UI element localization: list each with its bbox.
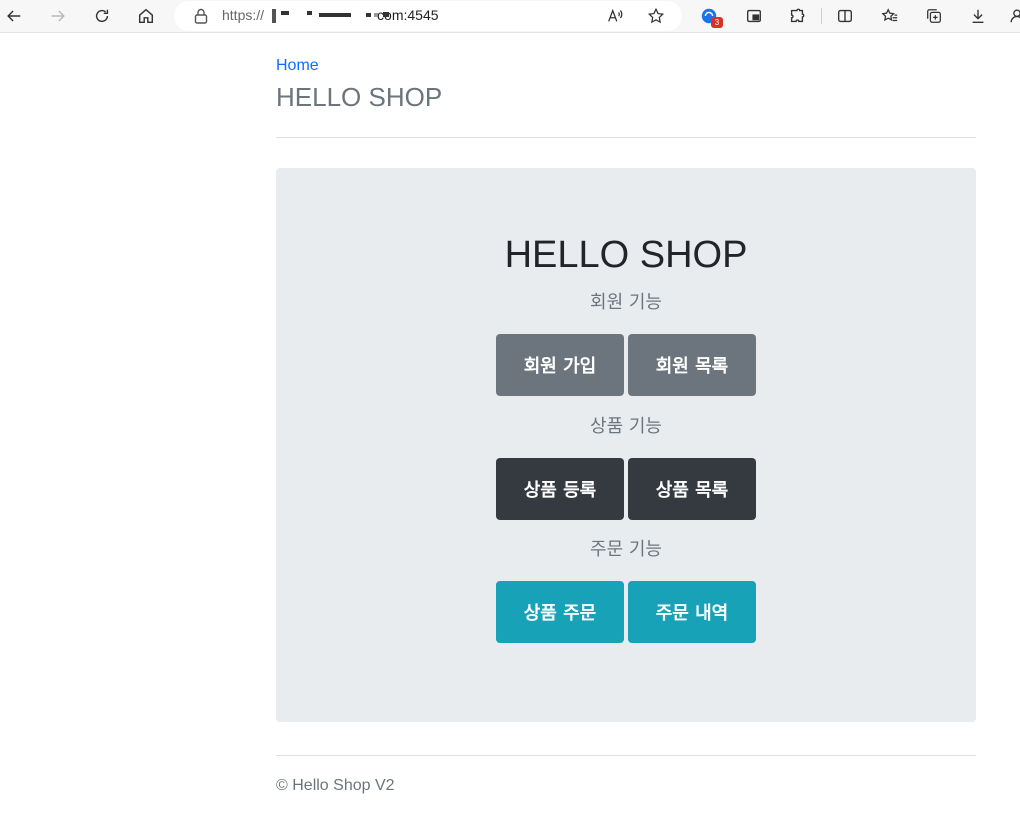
- toolbar-separator: [821, 8, 822, 24]
- favorites-icon[interactable]: [879, 5, 901, 27]
- member-list-button[interactable]: 회원 목록: [628, 334, 756, 396]
- member-join-button[interactable]: 회원 가입: [496, 334, 624, 396]
- profile-icon[interactable]: [1008, 5, 1020, 27]
- lock-icon: [193, 7, 209, 25]
- item-list-button[interactable]: 상품 목록: [628, 458, 756, 520]
- refresh-icon[interactable]: [91, 5, 113, 27]
- home-icon[interactable]: [135, 5, 157, 27]
- picture-in-picture-icon[interactable]: [743, 5, 765, 27]
- url-redaction: [366, 13, 371, 17]
- url-redaction: [281, 11, 289, 15]
- url-redaction: [383, 12, 389, 17]
- member-section-label: 회원 기능: [590, 292, 662, 313]
- item-section-label: 상품 기능: [590, 416, 662, 437]
- footer-text: © Hello Shop V2: [276, 777, 395, 794]
- browser-toolbar: https://com:4545 3: [0, 0, 1020, 33]
- favorite-star-icon[interactable]: [645, 5, 667, 27]
- read-aloud-icon[interactable]: [604, 5, 626, 27]
- breadcrumb-home-link[interactable]: Home: [276, 57, 319, 75]
- split-screen-icon[interactable]: [834, 5, 856, 27]
- address-bar[interactable]: https://com:4545: [174, 1, 682, 31]
- jumbotron-title: HELLO SHOP: [504, 234, 748, 276]
- forward-arrow-icon[interactable]: [47, 5, 69, 27]
- order-section-label: 주문 기능: [590, 539, 662, 560]
- notification-badge: 3: [711, 17, 723, 28]
- header-divider: [276, 137, 976, 138]
- site-title: HELLO SHOP: [276, 82, 443, 112]
- url-redaction: [272, 9, 276, 23]
- download-icon[interactable]: [967, 5, 989, 27]
- url-redaction: [374, 13, 378, 17]
- jumbotron: HELLO SHOP 회원 기능 회원 가입 회원 목록 상품 기능 상품 등록…: [276, 168, 976, 722]
- url-redaction: [319, 13, 351, 17]
- url-redaction: [307, 11, 312, 15]
- item-register-button[interactable]: 상품 등록: [496, 458, 624, 520]
- extensions-puzzle-icon[interactable]: [786, 5, 808, 27]
- footer-divider: [276, 755, 976, 756]
- collections-icon[interactable]: [923, 5, 945, 27]
- order-history-button[interactable]: 주문 내역: [628, 581, 756, 643]
- back-arrow-icon[interactable]: [3, 5, 25, 27]
- url-scheme: https://: [222, 7, 265, 23]
- order-item-button[interactable]: 상품 주문: [496, 581, 624, 643]
